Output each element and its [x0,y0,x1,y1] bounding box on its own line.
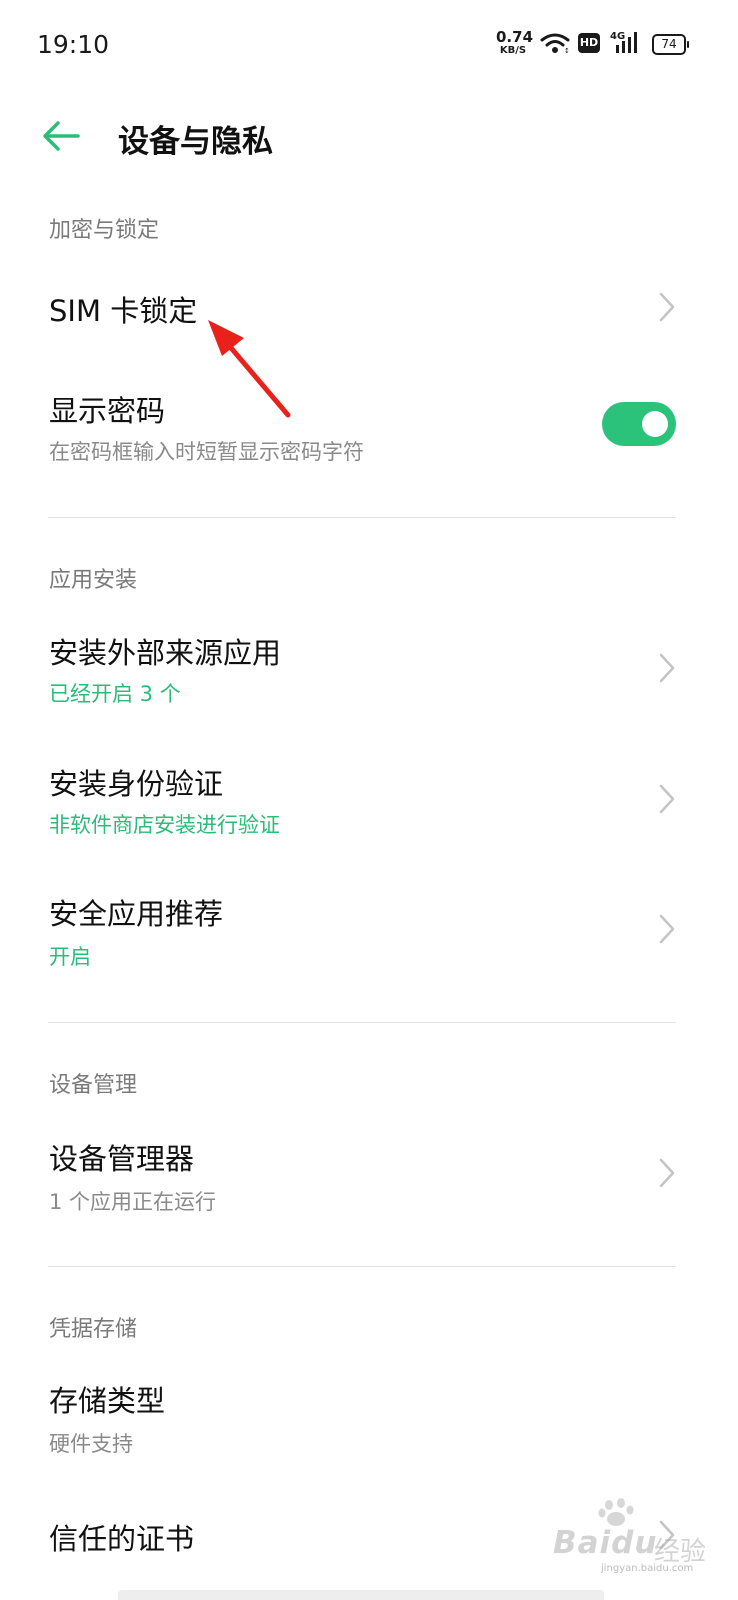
storage-type-value: 硬件支持 [49,1432,133,1456]
battery-icon: 74 [652,34,689,55]
divider [48,1022,676,1023]
back-button[interactable] [36,114,84,158]
security-recommend-status: 开启 [49,945,91,969]
status-bar: 19:10 0.74 KB/S ↕ HD 4G 74 [0,0,738,90]
paw-logo-icon [598,1498,634,1526]
external-sources-label: 安装外部来源应用 [49,636,282,670]
show-password-toggle[interactable] [602,402,676,446]
settings-item-install-verification[interactable]: 安装身份验证 非软件商店安装进行验证 [0,745,738,855]
section-heading-app-install: 应用安装 [49,568,138,593]
chevron-right-icon [659,292,675,322]
settings-item-show-password: 显示密码 在密码框输入时短暂显示密码字符 [0,372,738,482]
network-type-label: 4G [610,31,625,42]
watermark-url: jingyan.baidu.com [601,1563,694,1574]
section-heading-encryption: 加密与锁定 [49,218,160,243]
security-recommend-label: 安全应用推荐 [49,897,224,931]
install-verification-status: 非软件商店安装进行验证 [49,813,280,837]
watermark-brand: Baidu [553,1525,658,1561]
divider [48,1266,676,1267]
arrow-left-icon [43,121,80,151]
app-header: 设备与隐私 [0,100,738,172]
toggle-knob [642,411,668,437]
status-time: 19:10 [37,30,110,59]
chevron-right-icon [659,1158,675,1188]
device-admin-label: 设备管理器 [49,1142,195,1176]
trusted-certs-label: 信任的证书 [49,1522,195,1556]
network-speed-unit: KB/S [499,45,527,56]
settings-item-external-sources[interactable]: 安装外部来源应用 已经开启 3 个 [0,614,738,724]
signal-icon: 4G [610,31,637,53]
section-heading-credential-storage: 凭据存储 [49,1317,138,1342]
device-admin-status: 1 个应用正在运行 [49,1190,217,1214]
bottom-scroll-edge [118,1590,604,1600]
svg-text:↕: ↕ [564,47,570,54]
chevron-right-icon [659,653,675,683]
settings-item-sim-lock[interactable]: SIM 卡锁定 [0,268,738,348]
annotation-arrow-icon [208,320,291,418]
network-speed: 0.74 KB/S [496,28,534,56]
settings-item-storage-type[interactable]: 存储类型 硬件支持 [0,1362,738,1472]
storage-type-label: 存储类型 [49,1384,166,1418]
hd-icon: HD [578,33,600,53]
chevron-right-icon [659,914,675,944]
chevron-right-icon [659,784,675,814]
external-sources-status: 已经开启 3 个 [49,682,181,706]
settings-item-security-recommend[interactable]: 安全应用推荐 开启 [0,875,738,985]
show-password-label: 显示密码 [49,394,166,428]
network-speed-value: 0.74 [496,28,534,46]
page-title: 设备与隐私 [118,124,273,160]
section-heading-device-management: 设备管理 [49,1073,138,1098]
divider [48,517,676,518]
baidu-jingyan-watermark: Baidu 经验 jingyan.baidu.com [553,1497,718,1574]
install-verification-label: 安装身份验证 [49,767,224,801]
show-password-description: 在密码框输入时短暂显示密码字符 [49,440,364,464]
wifi-icon: ↕ [540,33,570,54]
settings-item-device-admin[interactable]: 设备管理器 1 个应用正在运行 [0,1120,738,1230]
sim-lock-label: SIM 卡锁定 [49,294,198,328]
